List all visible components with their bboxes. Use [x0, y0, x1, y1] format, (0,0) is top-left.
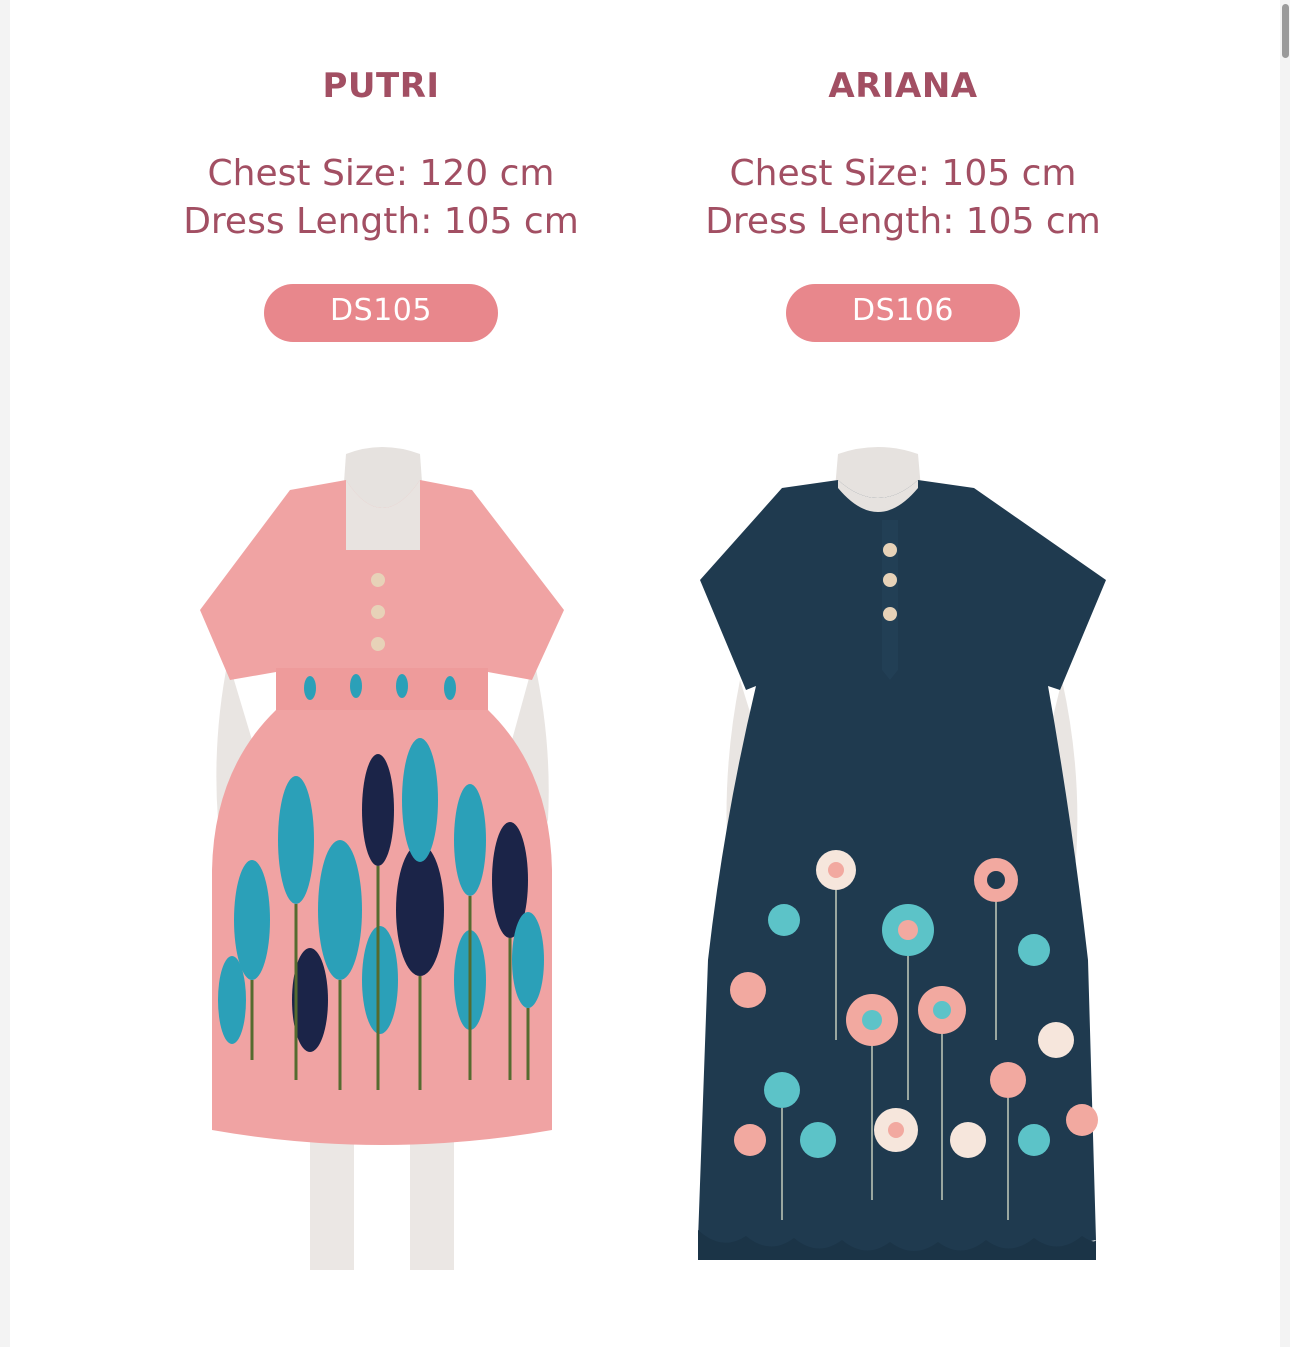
- product-code-button[interactable]: DS106: [786, 284, 1020, 342]
- scrollbar[interactable]: [1280, 0, 1290, 1347]
- product-code-button[interactable]: DS105: [264, 284, 498, 342]
- product-card-ariana: ARIANA Chest Size: 105 cm Dress Length: …: [642, 0, 1164, 1347]
- product-name: ARIANA: [828, 66, 978, 106]
- product-card-putri: PUTRI Chest Size: 120 cm Dress Length: 1…: [120, 0, 642, 1347]
- dress-length: Dress Length: 105 cm: [705, 201, 1101, 242]
- product-specs: Chest Size: 120 cm Dress Length: 105 cm: [120, 150, 642, 246]
- product-name: PUTRI: [322, 66, 440, 106]
- product-photo-ariana[interactable]: [642, 440, 1164, 1270]
- dress-length: Dress Length: 105 cm: [183, 201, 579, 242]
- chest-size: Chest Size: 105 cm: [729, 153, 1077, 194]
- product-page: PUTRI Chest Size: 120 cm Dress Length: 1…: [10, 0, 1280, 1347]
- scrollbar-thumb[interactable]: [1282, 4, 1289, 58]
- product-photo-putri[interactable]: [120, 440, 642, 1270]
- chest-size: Chest Size: 120 cm: [207, 153, 555, 194]
- product-specs: Chest Size: 105 cm Dress Length: 105 cm: [642, 150, 1164, 246]
